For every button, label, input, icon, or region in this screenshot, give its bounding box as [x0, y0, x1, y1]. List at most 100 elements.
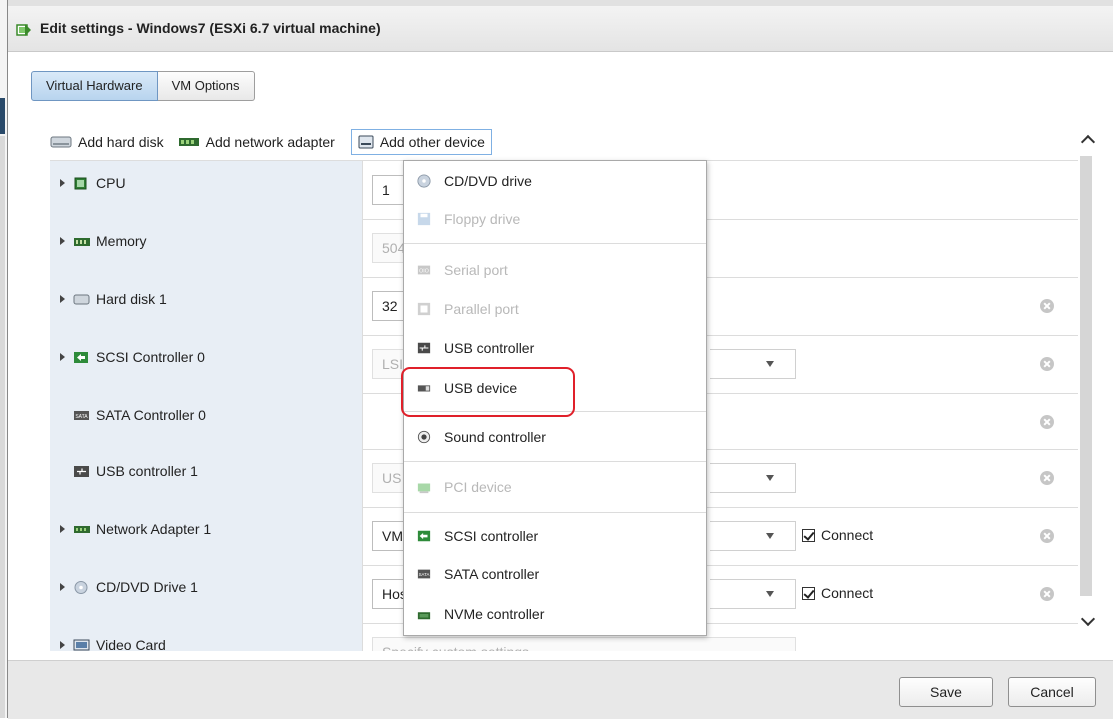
row-label: Hard disk 1: [96, 291, 167, 307]
expand-caret-icon: [60, 525, 65, 533]
row-label-cell: Network Adapter 1: [50, 507, 363, 565]
tab-vm-options[interactable]: VM Options: [157, 71, 255, 101]
expand-caret-icon: [60, 295, 65, 303]
add-hard-disk-label: Add hard disk: [78, 134, 164, 150]
video-card-select[interactable]: Specify custom settings: [372, 637, 796, 651]
row-label: Video Card: [96, 637, 166, 651]
menu-item-label: USB controller: [444, 340, 535, 356]
save-button[interactable]: Save: [899, 677, 993, 707]
add-network-adapter-label: Add network adapter: [205, 134, 335, 150]
sata-icon: SATA: [74, 410, 89, 420]
row-expander[interactable]: Network Adapter 1: [60, 521, 211, 537]
row-label: SATA Controller 0: [96, 407, 206, 423]
expand-caret-icon: [60, 583, 65, 591]
menu-item-pci-device: PCI device: [404, 473, 706, 501]
title-bar[interactable]: Edit settings - Windows7 (ESXi 6.7 virtu…: [8, 0, 1113, 52]
svg-text:SATA: SATA: [419, 572, 430, 577]
row-expander[interactable]: CPU: [60, 175, 126, 191]
select-box: [710, 579, 796, 609]
cancel-button[interactable]: Cancel: [1008, 677, 1096, 707]
row-label: SCSI Controller 0: [96, 349, 205, 365]
menu-item-label: Floppy drive: [444, 211, 521, 227]
menu-item-label: Parallel port: [444, 301, 519, 317]
usb-controller-icon: [417, 342, 431, 354]
menu-item-label: Sound controller: [444, 429, 546, 445]
scroll-down-icon[interactable]: [1080, 611, 1096, 627]
remove-icon[interactable]: [1040, 471, 1054, 485]
remove-icon[interactable]: [1040, 587, 1054, 601]
menu-item-usb-controller[interactable]: USB controller: [404, 334, 706, 362]
row-label-cell: Memory: [50, 219, 363, 277]
menu-item-sata-controller[interactable]: SATA SATA controller: [404, 560, 706, 588]
menu-item-parallel-port: Parallel port: [404, 295, 706, 323]
svg-text:SATA: SATA: [75, 414, 88, 420]
memory-icon: [74, 237, 90, 246]
add-network-adapter-button[interactable]: Add network adapter: [178, 134, 335, 150]
row-label-cell: CD/DVD Drive 1: [50, 565, 363, 623]
parallel-port-icon: [417, 302, 431, 316]
scroll-up-icon[interactable]: [1080, 134, 1096, 150]
menu-item-label: PCI device: [444, 479, 512, 495]
menu-item-nvme-controller[interactable]: NVMe controller: [404, 600, 706, 628]
row-expander[interactable]: Video Card: [60, 637, 166, 651]
connect-checkbox[interactable]: Connect: [802, 527, 873, 543]
row-label-cell: USB controller 1: [50, 449, 363, 507]
expand-caret-icon: [60, 641, 65, 649]
menu-item-scsi-controller[interactable]: SCSI controller: [404, 522, 706, 550]
row-expander: USB controller 1: [60, 463, 198, 479]
expand-caret-icon: [60, 237, 65, 245]
sound-icon: [417, 430, 431, 444]
row-expander[interactable]: SCSI Controller 0: [60, 349, 205, 365]
add-hard-disk-button[interactable]: Add hard disk: [50, 134, 164, 150]
menu-item-sound-controller[interactable]: Sound controller: [404, 423, 706, 451]
row-label: Memory: [96, 233, 147, 249]
background-window-edge: [0, 98, 5, 134]
dialog-footer: Save Cancel: [8, 660, 1113, 719]
remove-icon[interactable]: [1040, 529, 1054, 543]
row-label-cell: SATA SATA Controller 0: [50, 393, 363, 449]
connect-label: Connect: [821, 585, 874, 601]
add-other-device-button[interactable]: Add other device: [350, 129, 492, 155]
cd-icon: [74, 580, 88, 594]
video-card-icon: [73, 639, 90, 650]
select-box: [710, 349, 796, 379]
row-expander[interactable]: Memory: [60, 233, 147, 249]
menu-item-floppy-drive: Floppy drive: [404, 205, 706, 233]
remove-icon[interactable]: [1040, 299, 1054, 313]
device-icon: [358, 135, 374, 149]
scroll-thumb[interactable]: [1080, 156, 1092, 596]
menu-separator: [404, 243, 706, 244]
select-box: [710, 463, 796, 493]
window-title: Edit settings - Windows7 (ESXi 6.7 virtu…: [40, 20, 381, 36]
dropdown-arrow-icon: [766, 533, 774, 539]
hardware-toolbar: Add hard disk Add network adapter Add ot…: [50, 126, 506, 158]
menu-item-label: SATA controller: [444, 566, 540, 582]
checkbox-checked-icon: [802, 586, 815, 600]
connect-checkbox[interactable]: Connect: [802, 585, 873, 601]
row-label: USB controller 1: [96, 463, 198, 479]
dropdown-arrow-icon: [766, 361, 774, 367]
menu-item-cd-dvd-drive[interactable]: CD/DVD drive: [404, 167, 706, 195]
scsi-icon: [74, 351, 88, 363]
nvme-controller-icon: [417, 612, 431, 620]
row-label: CD/DVD Drive 1: [96, 579, 198, 595]
floppy-icon: [417, 212, 431, 226]
hard-disk-icon: [50, 136, 72, 148]
menu-item-label: Serial port: [444, 262, 508, 278]
menu-separator: [404, 461, 706, 462]
tab-virtual-hardware[interactable]: Virtual Hardware: [31, 71, 158, 101]
menu-separator: [404, 512, 706, 513]
row-expander[interactable]: Hard disk 1: [60, 291, 167, 307]
remove-icon[interactable]: [1040, 357, 1054, 371]
scrollbar[interactable]: [1078, 110, 1096, 650]
usb-device-highlight-annotation: [401, 367, 575, 417]
edit-vm-icon: [16, 24, 31, 36]
add-other-device-label: Add other device: [379, 134, 485, 150]
row-expander[interactable]: CD/DVD Drive 1: [60, 579, 198, 595]
sata-controller-icon: SATA: [417, 569, 431, 579]
svg-text:OIO: OIO: [419, 269, 429, 275]
network-icon: [74, 525, 90, 533]
row-label-cell: Video Card: [50, 623, 363, 651]
remove-icon[interactable]: [1040, 415, 1054, 429]
connect-label: Connect: [821, 527, 874, 543]
